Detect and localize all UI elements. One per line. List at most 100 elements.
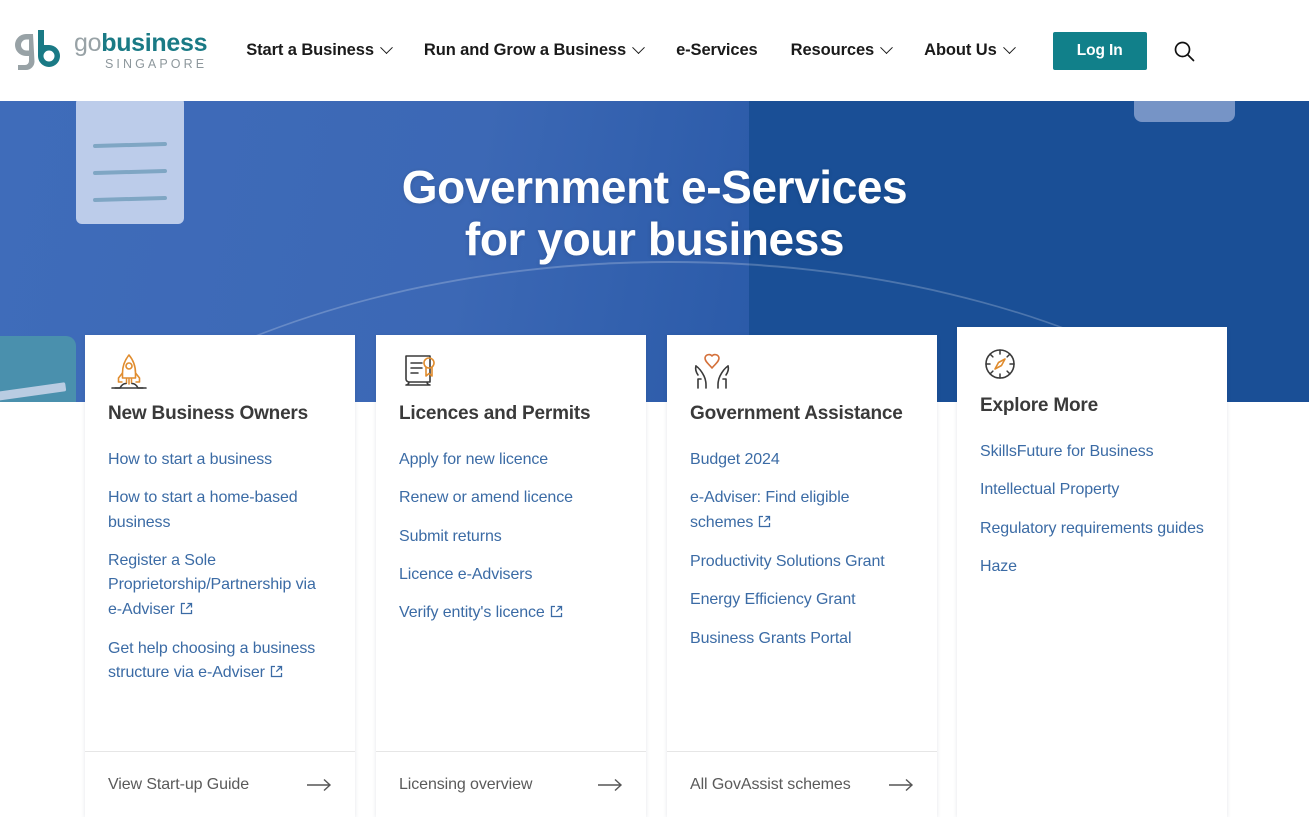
decorative-teal-block-left: [0, 336, 76, 402]
card-link-label: Apply for new licence: [399, 451, 549, 468]
card-link-label: Regulatory requirements guides: [980, 519, 1204, 537]
card-link[interactable]: SkillsFuture for Business: [980, 440, 1204, 464]
external-link-icon: [270, 662, 283, 686]
card-link[interactable]: Get help choosing a business structure v…: [108, 637, 332, 687]
card-icon-slot: [399, 352, 623, 392]
card-icon-slot: [690, 352, 914, 392]
chevron-down-icon: [632, 41, 645, 55]
card-footer-label: All GovAssist schemes: [690, 775, 851, 793]
chevron-down-icon: [880, 41, 893, 55]
card-link[interactable]: Register a Sole Proprietorship/Partnersh…: [108, 549, 332, 623]
card-footer-label: Licensing overview: [399, 775, 533, 793]
card-link[interactable]: Productivity Solutions Grant: [690, 550, 914, 574]
nav-label: e-Services: [676, 41, 758, 59]
card-link-label: Business Grants Portal: [690, 629, 852, 647]
rocket-icon: [111, 354, 147, 389]
card-new-business-owners: New Business Owners How to start a busin…: [85, 335, 355, 817]
arrow-right-icon: [307, 778, 332, 791]
nav-label: About Us: [924, 41, 997, 59]
card-link-label: Haze: [980, 557, 1017, 575]
card-link-label: Budget 2024: [690, 451, 780, 468]
main-navigation: Start a Business Run and Grow a Business…: [246, 31, 1198, 70]
card-link-label: Register a Sole Proprietorship/Partnersh…: [108, 551, 316, 618]
card-link[interactable]: How to start a business: [108, 448, 332, 472]
hero-title-line-1: Government e-Services: [401, 161, 908, 213]
card-title: Government Assistance: [690, 403, 903, 424]
page-title: Government e-Services for your business: [0, 161, 1309, 266]
logo-word-business: business: [101, 28, 208, 57]
logo-wordmark: gobusiness SINGAPORE: [74, 28, 208, 71]
card-link-label: Get help choosing a business structure v…: [108, 639, 316, 682]
arrow-right-icon: [889, 778, 914, 791]
heart-hands-icon: [694, 353, 730, 389]
card-body: Explore More SkillsFuture for Business I…: [957, 327, 1227, 817]
card-link-label: Energy Efficiency Grant: [690, 591, 856, 609]
card-link[interactable]: Submit returns: [399, 525, 623, 549]
login-button[interactable]: Log In: [1052, 31, 1147, 70]
card-link[interactable]: Haze: [980, 555, 1204, 579]
card-link-label: Verify entity's licence: [399, 604, 545, 622]
search-button[interactable]: [1170, 37, 1198, 65]
card-link-list: How to start a business How to start a h…: [108, 448, 332, 701]
card-title: Explore More: [980, 395, 1098, 416]
site-logo[interactable]: gobusiness SINGAPORE: [13, 28, 208, 72]
card-body: Licences and Permits Apply for new licen…: [376, 335, 646, 751]
decorative-chip-top-right: [1134, 101, 1235, 122]
arrow-right-icon: [598, 778, 623, 791]
card-title: New Business Owners: [108, 403, 308, 424]
nav-item-start-a-business[interactable]: Start a Business: [246, 41, 393, 60]
card-link[interactable]: Energy Efficiency Grant: [690, 588, 914, 612]
card-link[interactable]: e-Adviser: Find eligible schemes: [690, 486, 914, 536]
card-link[interactable]: Apply for new licence: [399, 448, 623, 472]
gb-logo-icon: [15, 29, 60, 70]
nav-item-run-and-grow-a-business[interactable]: Run and Grow a Business: [423, 41, 645, 60]
card-link[interactable]: Intellectual Property: [980, 478, 1204, 502]
card-link-label: Productivity Solutions Grant: [690, 552, 885, 570]
card-footer-link[interactable]: Licensing overview: [376, 751, 646, 817]
card-link-label: How to start a home-based business: [108, 489, 298, 531]
chevron-down-icon: [380, 41, 393, 55]
logo-word-go: go: [74, 28, 102, 57]
card-link[interactable]: Business Grants Portal: [690, 627, 914, 651]
nav-label: Start a Business: [246, 41, 374, 59]
nav-item-e-services[interactable]: e-Services: [676, 41, 758, 60]
site-header: gobusiness SINGAPORE Start a Business Ru…: [0, 0, 1309, 101]
card-explore-more: Explore More SkillsFuture for Business I…: [957, 327, 1227, 817]
card-link[interactable]: How to start a home-based business: [108, 486, 332, 535]
card-link-list: SkillsFuture for Business Intellectual P…: [980, 440, 1204, 593]
card-body: New Business Owners How to start a busin…: [85, 335, 355, 751]
card-link-label: Submit returns: [399, 527, 502, 545]
card-link-list: Budget 2024 e-Adviser: Find eligible sch…: [690, 448, 914, 665]
card-footer-link[interactable]: View Start-up Guide: [85, 751, 355, 817]
card-icon-slot: [108, 352, 332, 392]
card-link[interactable]: Budget 2024: [690, 448, 914, 472]
compass-icon: [985, 349, 1015, 379]
external-link-icon: [550, 602, 563, 626]
logo-word-singapore: SINGAPORE: [104, 56, 208, 71]
nav-item-resources[interactable]: Resources: [791, 41, 893, 60]
card-icon-slot: [980, 344, 1204, 384]
hero-title-line-2: for your business: [464, 213, 845, 266]
card-body: Government Assistance Budget 2024 e-Advi…: [667, 335, 937, 751]
card-licences-and-permits: Licences and Permits Apply for new licen…: [376, 335, 646, 817]
card-link[interactable]: Renew or amend licence: [399, 486, 623, 510]
nav-label: Run and Grow a Business: [423, 41, 627, 59]
card-link-label: SkillsFuture for Business: [980, 443, 1154, 460]
card-link[interactable]: Licence e-Advisers: [399, 563, 623, 587]
card-link[interactable]: Regulatory requirements guides: [980, 517, 1204, 541]
card-footer-link[interactable]: All GovAssist schemes: [667, 751, 937, 817]
card-link-label: Intellectual Property: [980, 481, 1120, 499]
nav-item-about-us[interactable]: About Us: [924, 41, 1016, 60]
card-footer-label: View Start-up Guide: [108, 775, 249, 793]
external-link-icon: [758, 512, 771, 536]
card-link-label: Licence e-Advisers: [399, 565, 533, 583]
external-link-icon: [180, 599, 193, 623]
card-government-assistance: Government Assistance Budget 2024 e-Advi…: [667, 335, 937, 817]
chevron-down-icon: [1002, 41, 1016, 55]
card-link-list: Apply for new licence Renew or amend lic…: [399, 448, 623, 641]
card-title: Licences and Permits: [399, 403, 591, 424]
card-link-label: Renew or amend licence: [399, 489, 573, 507]
card-link[interactable]: Verify entity's licence: [399, 601, 623, 626]
certificate-icon: [405, 355, 435, 386]
decorative-teal-bar: [0, 382, 67, 401]
